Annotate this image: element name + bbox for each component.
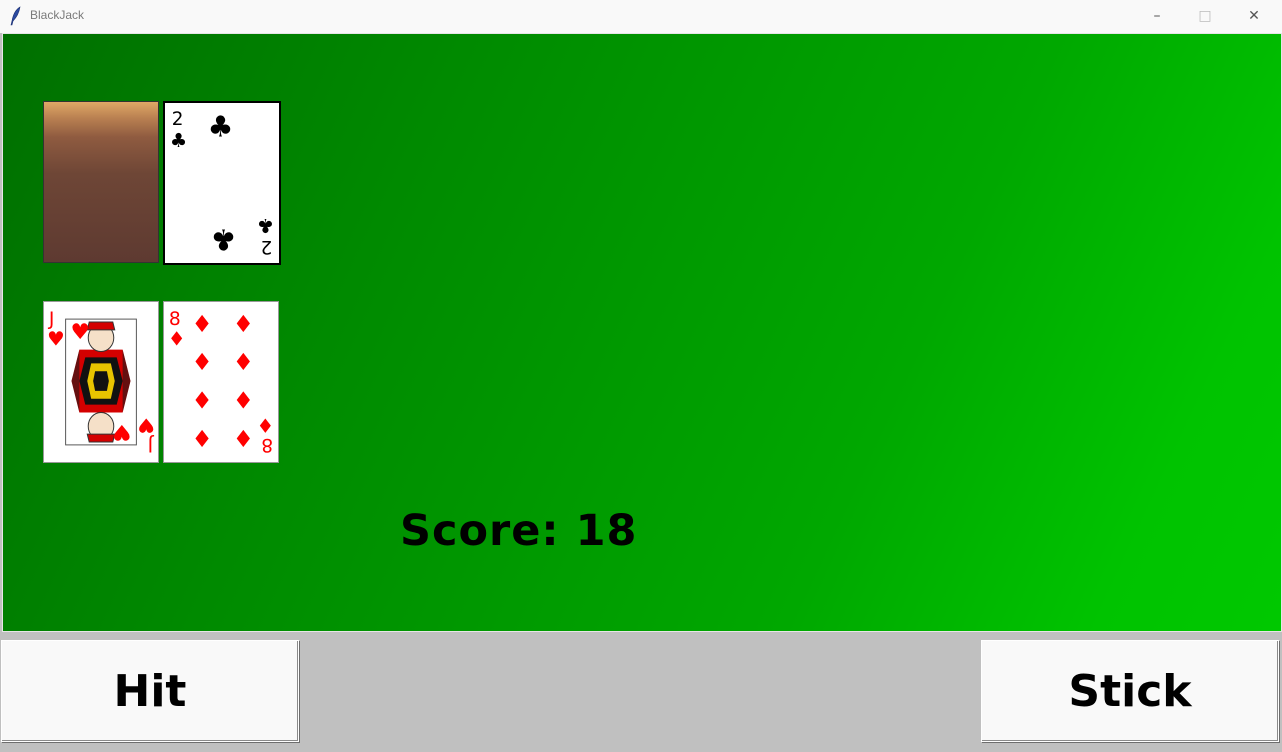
jack-of-hearts-face: J ♥ ♥ J ♥ ♥ <box>47 309 155 455</box>
feather-icon <box>10 6 21 26</box>
dealer-card-face-down <box>43 101 159 263</box>
player-card-8-of-diamonds: 8 ♦ ♦ ♦ ♦ ♦ ♦ ♦ ♦ ♦ 8 ♦ <box>163 301 279 463</box>
diamond-icon: ♦ <box>192 425 213 453</box>
maximize-button[interactable]: □ <box>1181 0 1229 31</box>
heart-icon: ♥ <box>71 320 90 345</box>
club-icon: ♣ <box>170 129 187 152</box>
card-rank: 2 <box>172 109 184 130</box>
minimize-button[interactable]: – <box>1133 0 1181 31</box>
window-title: BlackJack <box>30 8 85 22</box>
eight-of-diamonds-face: 8 ♦ ♦ ♦ ♦ ♦ ♦ ♦ ♦ ♦ 8 ♦ <box>168 309 274 455</box>
diamond-icon: ♦ <box>233 387 254 415</box>
diamond-icon: ♦ <box>192 387 213 415</box>
close-button[interactable]: ✕ <box>1230 0 1278 31</box>
club-icon: ♣ <box>257 214 274 237</box>
heart-icon: ♥ <box>47 328 65 351</box>
club-icon: ♣ <box>211 222 237 256</box>
club-icon: ♣ <box>208 110 234 144</box>
hit-button[interactable]: Hit <box>1 640 299 742</box>
score-label: Score: <box>400 506 560 556</box>
heart-icon: ♥ <box>137 413 155 436</box>
close-icon: ✕ <box>1248 7 1260 24</box>
diamond-icon: ♦ <box>192 348 213 376</box>
stick-button[interactable]: Stick <box>981 640 1279 742</box>
card-table: 2 ♣ ♣ 2 ♣ ♣ J ♥ ♥ J ♥ ♥ 8 ♦ ♦ ♦ ♦ ♦ ♦ ♦ … <box>2 33 1282 632</box>
pips: ♦ ♦ ♦ ♦ ♦ ♦ ♦ ♦ <box>192 310 254 453</box>
card-rank: 2 <box>261 236 273 257</box>
dealer-card-2-of-clubs: 2 ♣ ♣ 2 ♣ ♣ <box>163 101 281 265</box>
score-value: 18 <box>575 506 638 556</box>
heart-icon: ♥ <box>112 419 131 444</box>
minimize-icon: – <box>1153 7 1161 24</box>
two-of-clubs-face: 2 ♣ ♣ 2 ♣ ♣ <box>170 109 274 257</box>
diamond-icon: ♦ <box>233 425 254 453</box>
diamond-icon: ♦ <box>168 328 186 351</box>
score-display: Score: 18 <box>400 506 637 556</box>
title-bar: BlackJack – □ ✕ <box>0 0 1282 33</box>
diamond-icon: ♦ <box>233 348 254 376</box>
diamond-icon: ♦ <box>192 310 213 338</box>
maximize-icon: □ <box>1198 7 1212 24</box>
diamond-icon: ♦ <box>256 413 274 436</box>
diamond-icon: ♦ <box>233 310 254 338</box>
player-card-jack-of-hearts: J ♥ ♥ J ♥ ♥ <box>43 301 159 463</box>
